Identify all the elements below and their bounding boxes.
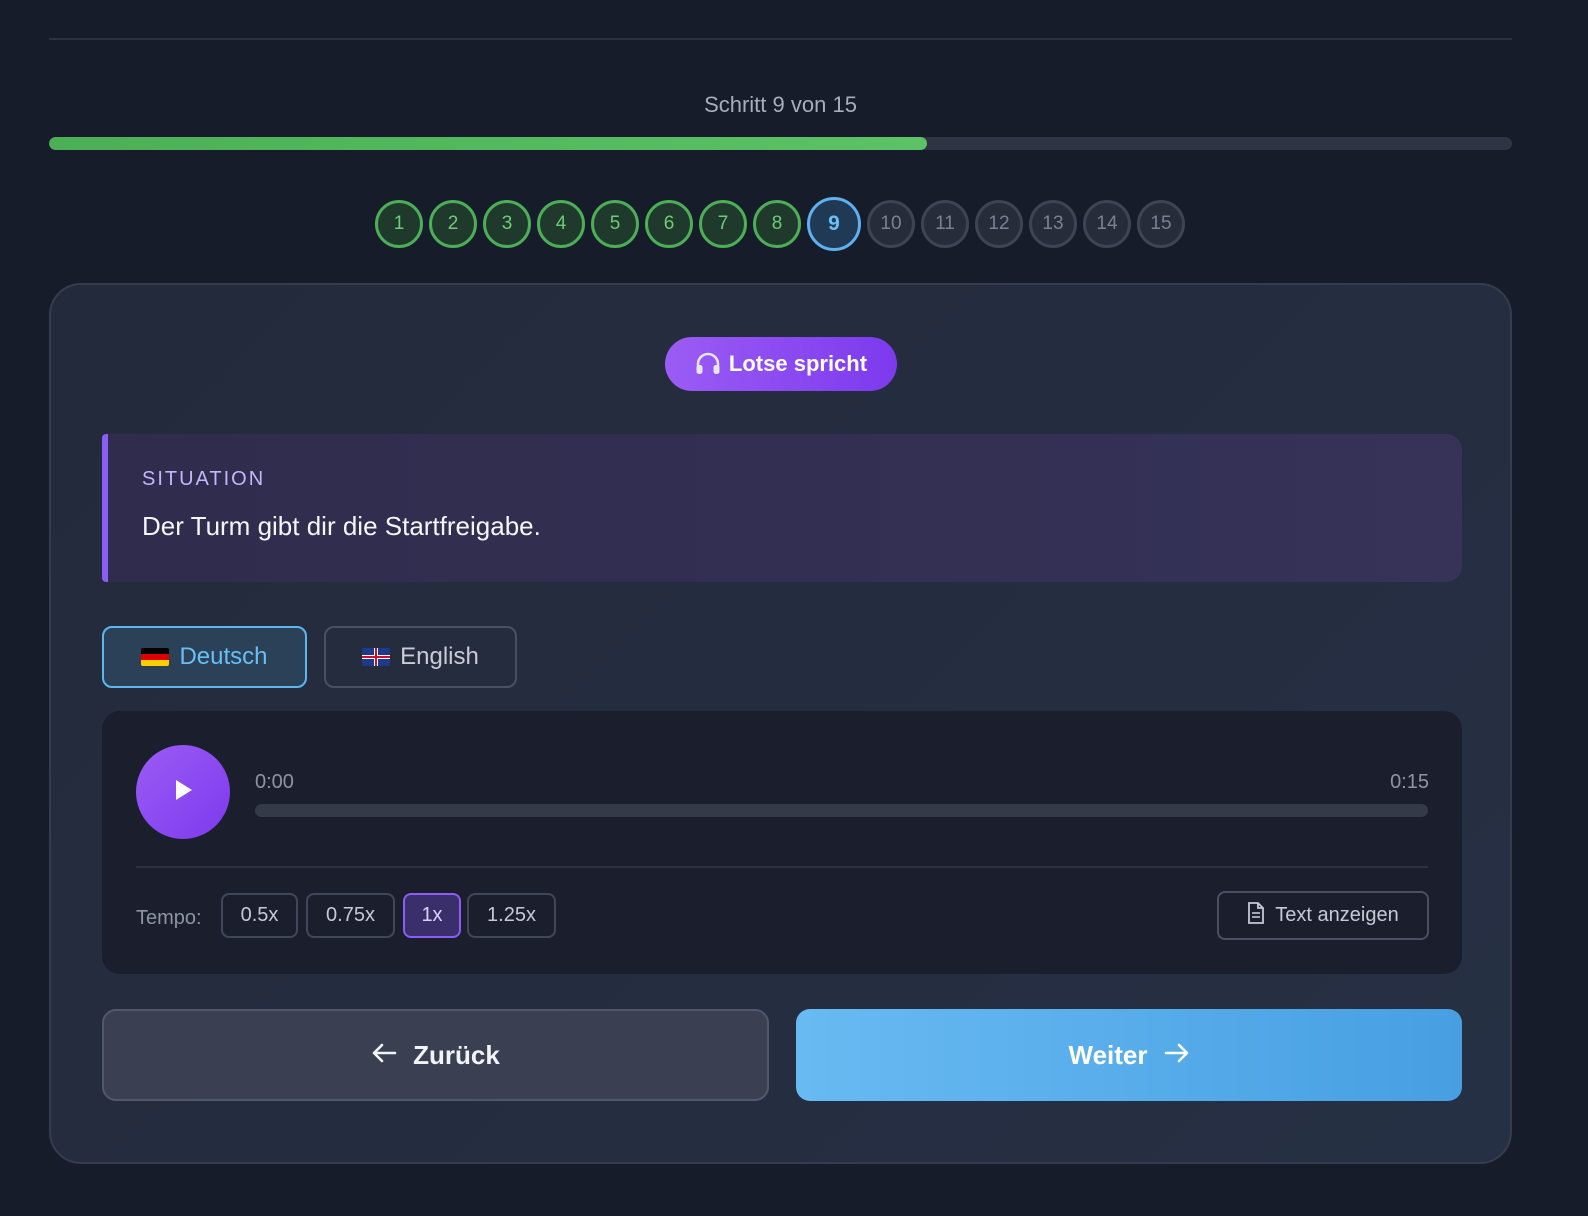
- step-indicator: 1 2 3 4 5 6 7 8 9 10 11 12 13 14 15: [0, 197, 1560, 251]
- step-dot-8[interactable]: 8: [753, 200, 801, 248]
- situation-box: SITUATION Der Turm gibt dir die Startfre…: [102, 434, 1462, 582]
- situation-text: Der Turm gibt dir die Startfreigabe.: [142, 511, 541, 541]
- progress-bar-fill: [49, 137, 927, 150]
- play-icon: [171, 777, 195, 808]
- language-german-label: Deutsch: [179, 643, 268, 670]
- top-divider: [49, 38, 1512, 40]
- step-counter: Schritt 9 von 15: [704, 92, 857, 117]
- speed-1x-button[interactable]: 1x: [403, 893, 461, 938]
- show-text-button[interactable]: Text anzeigen: [1217, 891, 1429, 940]
- step-dot-4[interactable]: 4: [537, 200, 585, 248]
- step-dot-1[interactable]: 1: [375, 200, 423, 248]
- current-time: 0:00: [255, 771, 294, 793]
- step-dot-5[interactable]: 5: [591, 200, 639, 248]
- situation-label: SITUATION: [142, 468, 266, 490]
- audio-player: 0:00 0:15 Tempo: 0.5x 0.75x 1x 1.25x Tex…: [102, 711, 1462, 974]
- german-flag-icon: [141, 648, 170, 666]
- uk-flag-icon: [362, 648, 391, 666]
- step-dot-7[interactable]: 7: [699, 200, 747, 248]
- step-dot-10[interactable]: 10: [867, 200, 915, 248]
- language-english-label: English: [400, 643, 479, 670]
- play-button[interactable]: [136, 745, 230, 839]
- step-dot-2[interactable]: 2: [429, 200, 477, 248]
- page: Schritt 9 von 15 1 2 3 4 5 6 7 8 9 10 11…: [0, 0, 1588, 1216]
- back-button[interactable]: Zurück: [102, 1009, 769, 1101]
- next-label: Weiter: [1068, 1039, 1148, 1070]
- step-dot-15[interactable]: 15: [1137, 200, 1185, 248]
- speed-1-25x-button[interactable]: 1.25x: [467, 893, 556, 938]
- speaker-badge-label: Lotse spricht: [728, 351, 868, 376]
- arrow-left-icon: [371, 1040, 397, 1071]
- speed-0-5x-button[interactable]: 0.5x: [221, 893, 298, 938]
- step-dot-14[interactable]: 14: [1083, 200, 1131, 248]
- document-icon: [1247, 901, 1265, 930]
- step-dot-12[interactable]: 12: [975, 200, 1023, 248]
- speaker-badge: Lotse spricht: [665, 337, 897, 391]
- total-time: 0:15: [1390, 771, 1429, 793]
- headphones-icon: [695, 352, 721, 376]
- seek-bar[interactable]: [255, 804, 1428, 817]
- step-dot-6[interactable]: 6: [645, 200, 693, 248]
- player-divider: [136, 866, 1428, 868]
- step-dot-3[interactable]: 3: [483, 200, 531, 248]
- tempo-label: Tempo:: [136, 907, 202, 929]
- language-english-button[interactable]: English: [324, 626, 517, 688]
- step-dot-9-current[interactable]: 9: [807, 197, 861, 251]
- language-german-button[interactable]: Deutsch: [102, 626, 307, 688]
- step-dot-11[interactable]: 11: [921, 200, 969, 248]
- arrow-right-icon: [1164, 1040, 1190, 1071]
- progress-bar: [49, 137, 1512, 150]
- step-dot-13[interactable]: 13: [1029, 200, 1077, 248]
- exercise-card: Lotse spricht SITUATION Der Turm gibt di…: [49, 283, 1512, 1164]
- next-button[interactable]: Weiter: [796, 1009, 1462, 1101]
- speed-0-75x-button[interactable]: 0.75x: [306, 893, 395, 938]
- show-text-label: Text anzeigen: [1275, 904, 1399, 926]
- back-label: Zurück: [413, 1039, 500, 1070]
